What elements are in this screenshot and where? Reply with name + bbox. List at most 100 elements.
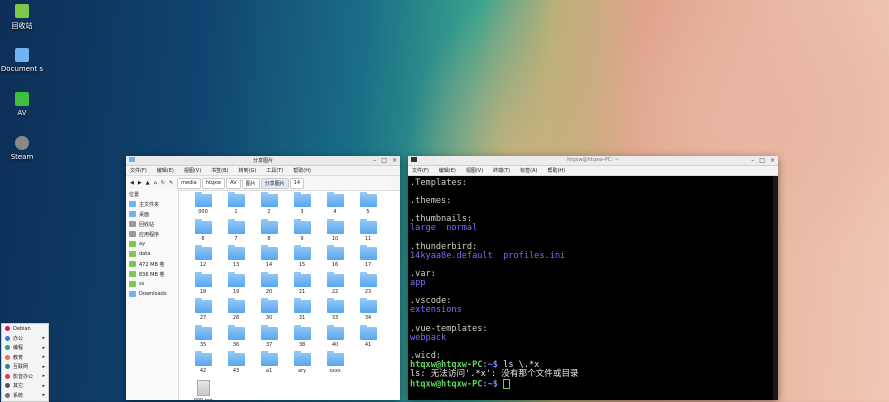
menu-item[interactable]: 书签(B) bbox=[211, 167, 228, 174]
folder-item[interactable]: 34 bbox=[355, 298, 381, 321]
sidebar-item[interactable]: 主文件夹 bbox=[126, 199, 178, 209]
folder-item[interactable]: 36 bbox=[223, 324, 249, 348]
menu-item[interactable]: 视图(V) bbox=[466, 167, 483, 174]
minimize-button[interactable]: – bbox=[373, 157, 376, 164]
folder-item[interactable]: 18 bbox=[190, 271, 216, 295]
sidebar-item[interactable]: ss bbox=[126, 279, 178, 289]
folder-item[interactable]: 14 bbox=[256, 245, 282, 268]
folder-item[interactable]: 17 bbox=[355, 245, 381, 268]
folder-item[interactable]: 28 bbox=[223, 298, 249, 321]
folder-item[interactable]: 40 bbox=[322, 324, 348, 348]
sidebar-item[interactable]: ay bbox=[126, 239, 178, 249]
breadcrumb-item[interactable]: media bbox=[177, 177, 201, 189]
folder-item[interactable]: 23 bbox=[355, 271, 381, 295]
breadcrumb-item[interactable]: AV bbox=[226, 177, 241, 189]
folder-item[interactable]: a1 bbox=[256, 351, 282, 374]
folder-label: 40 bbox=[331, 341, 339, 348]
folder-item[interactable]: 37 bbox=[256, 324, 282, 348]
folder-item[interactable]: 42 bbox=[190, 351, 216, 374]
folder-item[interactable]: 4 bbox=[322, 192, 348, 215]
menu-item[interactable]: 终端(T) bbox=[493, 167, 510, 174]
folder-item[interactable]: sxxs bbox=[322, 351, 348, 374]
start-menu-item[interactable]: 编程 ▸ bbox=[2, 343, 48, 353]
folder-item[interactable]: 1 bbox=[223, 192, 249, 215]
menu-item[interactable]: 文件(F) bbox=[130, 167, 147, 174]
start-menu-item[interactable]: 影音办公 ▸ bbox=[2, 372, 48, 382]
sidebar-item[interactable]: Downloads bbox=[126, 289, 178, 299]
back-icon[interactable]: ◀ bbox=[130, 180, 134, 186]
desktop-icon[interactable]: AV bbox=[0, 92, 44, 117]
menu-item[interactable]: 编辑(E) bbox=[157, 167, 174, 174]
start-menu-item[interactable]: 互联网 ▸ bbox=[2, 362, 48, 372]
maximize-button[interactable]: □ bbox=[381, 157, 387, 164]
maximize-button[interactable]: □ bbox=[759, 157, 765, 164]
menu-item[interactable]: 工具(T) bbox=[266, 167, 283, 174]
folder-item[interactable]: 41 bbox=[355, 324, 381, 348]
folder-item[interactable]: 35 bbox=[190, 324, 216, 348]
folder-label: 21 bbox=[298, 288, 306, 295]
folder-item[interactable]: 22 bbox=[322, 271, 348, 295]
breadcrumb-item[interactable]: htqxw bbox=[201, 177, 226, 189]
folder-item[interactable]: 13 bbox=[223, 245, 249, 268]
desktop-icon[interactable]: Steam bbox=[0, 136, 44, 161]
menu-item[interactable]: 转到(G) bbox=[239, 167, 257, 174]
folder-item[interactable]: 30 bbox=[256, 298, 282, 321]
folder-item[interactable]: 43 bbox=[223, 351, 249, 374]
terminal-output[interactable]: .Templates: .themes: .thumbnails: large nor… bbox=[408, 176, 778, 400]
forward-icon[interactable]: ▶ bbox=[138, 180, 142, 186]
menu-item[interactable]: 文件(F) bbox=[412, 167, 429, 174]
folder-item[interactable]: 10 bbox=[322, 218, 348, 242]
folder-item[interactable]: 19 bbox=[223, 271, 249, 295]
folder-item[interactable]: 9 bbox=[289, 218, 315, 242]
folder-item[interactable]: 3 bbox=[289, 192, 315, 215]
breadcrumb-item[interactable]: 14 bbox=[289, 177, 305, 189]
home-icon[interactable]: ⌂ bbox=[154, 180, 157, 186]
menu-item[interactable]: 帮助(H) bbox=[293, 167, 311, 174]
folder-item[interactable]: 15 bbox=[289, 245, 315, 268]
folder-item[interactable]: 31 bbox=[289, 298, 315, 321]
breadcrumb-item[interactable]: 图片 bbox=[241, 177, 260, 189]
folder-item[interactable]: 16 bbox=[322, 245, 348, 268]
folder-item[interactable]: 7 bbox=[223, 218, 249, 242]
folder-item[interactable]: 5 bbox=[355, 192, 381, 215]
minimize-button[interactable]: – bbox=[751, 157, 754, 164]
folder-item[interactable]: 2 bbox=[256, 192, 282, 215]
folder-item[interactable]: 8 bbox=[256, 218, 282, 242]
folder-item[interactable]: 11 bbox=[355, 218, 381, 242]
terminal-scrollbar[interactable] bbox=[773, 176, 778, 400]
refresh-icon[interactable]: ↻ bbox=[161, 180, 165, 186]
menu-item[interactable]: 编辑(E) bbox=[439, 167, 456, 174]
start-menu-item[interactable]: 其它 ▸ bbox=[2, 381, 48, 391]
sidebar-item[interactable]: 836 MB 卷 bbox=[126, 269, 178, 279]
folder-item[interactable]: ary bbox=[289, 351, 315, 374]
desktop-icon[interactable]: Document s bbox=[0, 48, 44, 73]
folder-item[interactable]: 27 bbox=[190, 298, 216, 321]
desktop-icon[interactable]: 回收站 bbox=[0, 4, 44, 31]
location-toggle-icon[interactable]: ✎ bbox=[169, 180, 173, 186]
close-button[interactable]: × bbox=[392, 157, 397, 164]
sidebar-item[interactable]: 回收站 bbox=[126, 219, 178, 229]
start-menu-item[interactable]: 教育 ▸ bbox=[2, 353, 48, 363]
menu-item[interactable]: 视图(V) bbox=[184, 167, 201, 174]
breadcrumb-item[interactable]: 分享图片 bbox=[260, 177, 289, 189]
sidebar-item[interactable]: 桌面 bbox=[126, 209, 178, 219]
menu-item[interactable]: 标签(A) bbox=[520, 167, 537, 174]
close-button[interactable]: × bbox=[770, 157, 775, 164]
file-item[interactable]: 000.jpg bbox=[190, 379, 216, 400]
start-menu-item[interactable]: 系统 ▸ bbox=[2, 391, 48, 401]
folder-item[interactable]: 12 bbox=[190, 245, 216, 268]
sidebar-item[interactable]: 应用程序 bbox=[126, 229, 178, 239]
folder-item[interactable]: 20 bbox=[256, 271, 282, 295]
folder-item[interactable]: 33 bbox=[322, 298, 348, 321]
sidebar-item[interactable]: data bbox=[126, 249, 178, 259]
start-menu-item[interactable]: 办公 ▸ bbox=[2, 334, 48, 344]
folder-item[interactable]: 6 bbox=[190, 218, 216, 242]
folder-item[interactable]: 38 bbox=[289, 324, 315, 348]
start-menu-item[interactable]: Debian bbox=[2, 324, 48, 334]
menu-item[interactable]: 帮助(H) bbox=[547, 167, 565, 174]
up-icon[interactable]: ▲ bbox=[146, 180, 150, 186]
folder-item[interactable]: 000 bbox=[190, 192, 216, 215]
category-icon bbox=[5, 373, 10, 379]
sidebar-item[interactable]: 472 MB 卷 bbox=[126, 259, 178, 269]
folder-item[interactable]: 21 bbox=[289, 271, 315, 295]
